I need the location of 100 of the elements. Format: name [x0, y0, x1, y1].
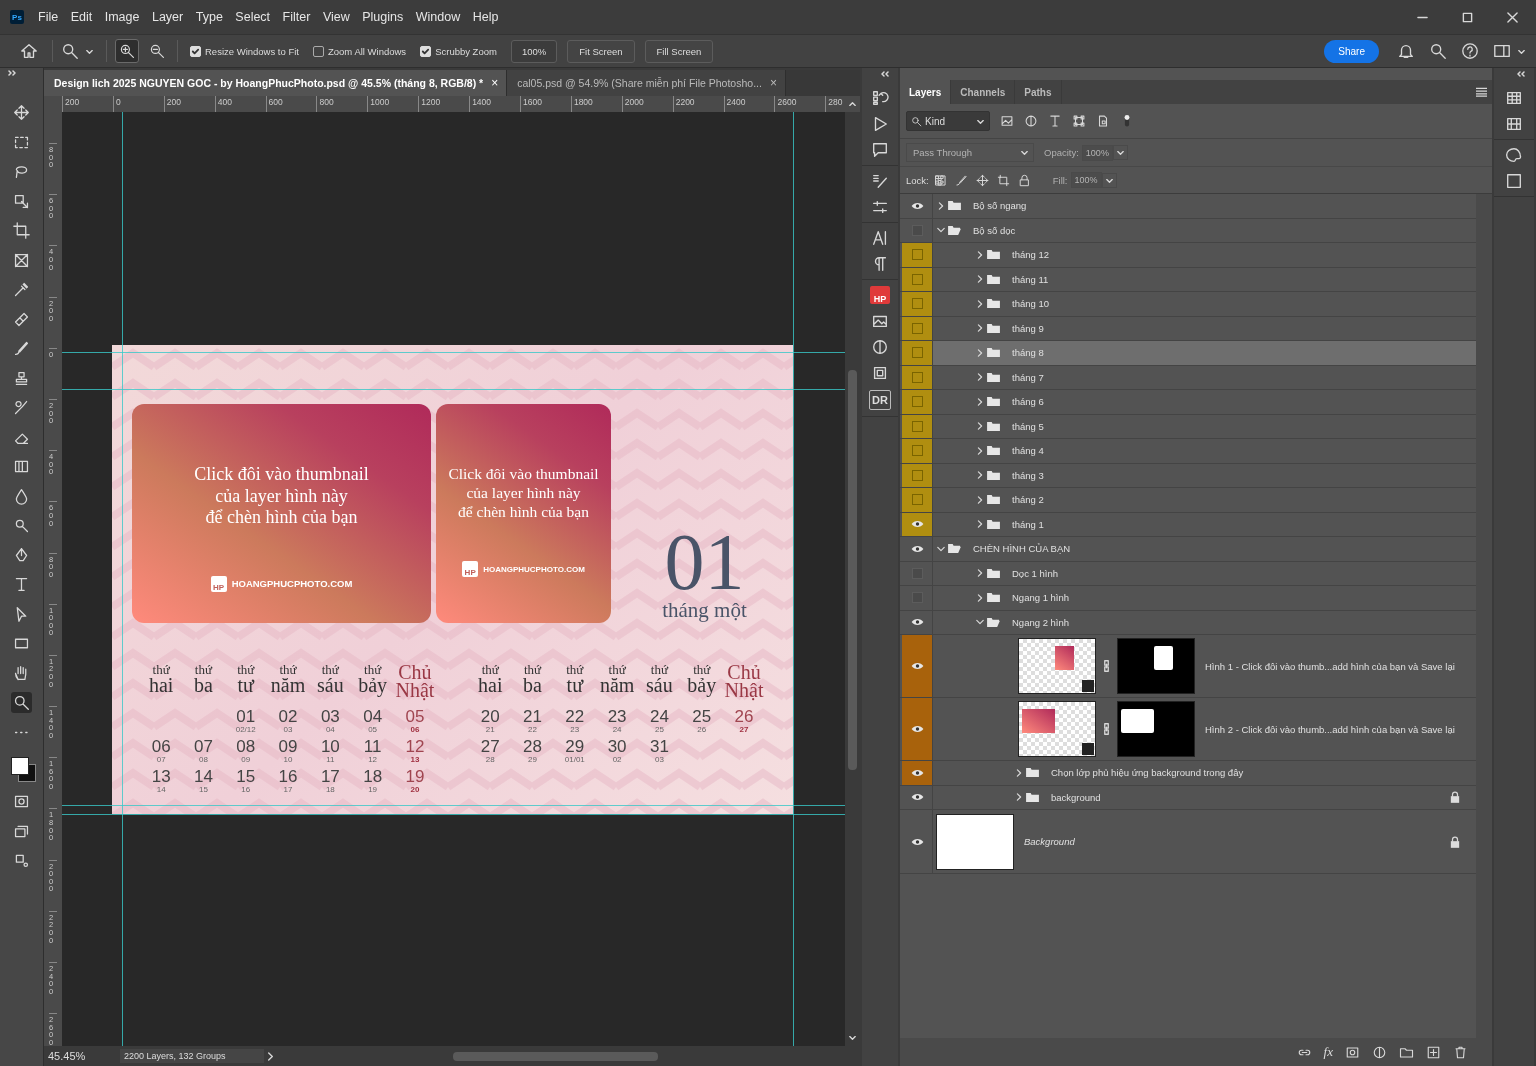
smart-filter-icon[interactable]	[1096, 114, 1110, 128]
panel-tab[interactable]: Paths	[1015, 80, 1062, 104]
menu-item[interactable]: Filter	[282, 10, 311, 24]
comment-icon[interactable]	[871, 141, 889, 159]
zoom-in-button[interactable]	[115, 39, 139, 63]
panel-tab[interactable]: Channels	[951, 80, 1016, 104]
layer-row[interactable]: CHÈN HÌNH CỦA BẠN	[900, 537, 1476, 562]
visibility-toggle[interactable]	[902, 414, 933, 438]
menu-item[interactable]: File	[38, 10, 59, 24]
layer-row[interactable]: Dọc 1 hình	[900, 561, 1476, 586]
grid-icon[interactable]	[1505, 115, 1523, 133]
layer-row[interactable]: Hình 1 - Click đôi vào thumb...add hình của bạn và Save lại	[900, 635, 1476, 698]
layer-row[interactable]: tháng 1	[900, 512, 1476, 537]
caret-icon[interactable]	[1101, 172, 1117, 188]
screen-button[interactable]: Fit Screen	[567, 39, 635, 63]
close-icon[interactable]	[1507, 11, 1518, 23]
bell-icon[interactable]	[1397, 42, 1415, 60]
sliders-icon[interactable]	[871, 198, 889, 216]
double-chevron-icon[interactable]	[880, 71, 890, 77]
palette-icon[interactable]	[1505, 146, 1523, 164]
visibility-toggle[interactable]	[902, 512, 933, 536]
document-title[interactable]: cal05.psd @ 54.9% (Share miễn phí File Photosho...	[517, 77, 762, 89]
expand-chevron-icon[interactable]	[976, 471, 984, 480]
menu-item[interactable]: Image	[104, 10, 140, 24]
image-filter-icon[interactable]	[1000, 114, 1014, 128]
workspace-icon[interactable]	[1493, 42, 1511, 60]
expand-chevron-icon[interactable]	[937, 544, 945, 553]
adjustment-icon[interactable]	[1372, 1044, 1387, 1060]
history-icon[interactable]	[871, 89, 889, 107]
layer-row[interactable]: tháng 10	[900, 292, 1476, 317]
menu-item[interactable]: View	[322, 10, 350, 24]
visibility-toggle[interactable]	[902, 463, 933, 487]
plugin-button[interactable]: DR	[869, 390, 891, 410]
lock-pixels-icon[interactable]	[933, 173, 947, 187]
table-icon[interactable]	[1505, 89, 1523, 107]
expand-chevron-icon[interactable]	[976, 593, 984, 602]
visibility-toggle[interactable]	[902, 292, 933, 316]
layer-row[interactable]: tháng 7	[900, 365, 1476, 390]
zoom-level[interactable]: 45.45%	[44, 1050, 120, 1062]
expand-chevron-icon[interactable]	[1015, 793, 1023, 802]
layers-scrollbar[interactable]	[1476, 194, 1492, 1038]
layer-row[interactable]: background	[900, 785, 1476, 810]
layer-row[interactable]: Ngang 2 hình	[900, 610, 1476, 635]
character-icon[interactable]	[871, 229, 889, 247]
frame-stack-icon[interactable]	[871, 364, 889, 382]
crop-icon[interactable]	[11, 220, 32, 241]
expand-chevron-icon[interactable]	[976, 422, 984, 431]
visibility-toggle[interactable]	[902, 365, 933, 389]
layer-style-button[interactable]: fx	[1323, 1044, 1333, 1060]
visibility-toggle[interactable]	[902, 341, 933, 365]
double-chevron-icon[interactable]	[1516, 71, 1526, 77]
menu-item[interactable]: Select	[235, 10, 271, 24]
expand-chevron-icon[interactable]	[976, 348, 984, 357]
menu-item[interactable]: Help	[472, 10, 499, 24]
contrast-icon[interactable]	[871, 338, 889, 356]
caret-icon[interactable]	[1112, 145, 1128, 160]
expand-chevron-icon[interactable]	[976, 397, 984, 406]
checkbox[interactable]	[313, 45, 324, 57]
expand-chevron-icon[interactable]	[976, 495, 984, 504]
menu-item[interactable]: Edit	[70, 10, 93, 24]
layer-row[interactable]: Hình 2 - Click đôi vào thumb...add hình của bạn và Save lại	[900, 698, 1476, 761]
layer-row[interactable]: tháng 2	[900, 488, 1476, 513]
adjustment-filter-icon[interactable]	[1024, 114, 1038, 128]
double-chevron-icon[interactable]	[8, 70, 18, 76]
panel-tab[interactable]: Layers	[900, 80, 952, 104]
document-tab[interactable]: Design lich 2025 NGUYEN GOC - by HoangPhucPhoto.psd @ 45.5% (tháng 8, RGB/8) * ×	[44, 70, 508, 96]
search-icon[interactable]	[1429, 42, 1447, 60]
chevron-right-icon[interactable]	[266, 1051, 275, 1061]
menu-item[interactable]: Type	[195, 10, 223, 24]
document-tab[interactable]: cal05.psd @ 54.9% (Share miễn phí File Photosho... ×	[507, 70, 786, 96]
close-tab-button[interactable]: ×	[491, 76, 499, 90]
filter-dropdown[interactable]: Kind	[906, 111, 990, 131]
lock-icon[interactable]	[1017, 173, 1031, 187]
fill-field[interactable]: 100%	[1070, 172, 1102, 188]
menu-item[interactable]: Plugins	[362, 10, 404, 24]
color-swatches[interactable]	[8, 755, 35, 781]
layer-row[interactable]: tháng 12	[900, 243, 1476, 268]
brush-settings-icon[interactable]	[871, 172, 889, 190]
new-layer-icon[interactable]	[1426, 1044, 1441, 1060]
shape-filter-icon[interactable]	[1072, 114, 1086, 128]
expand-chevron-icon[interactable]	[976, 446, 984, 455]
opacity-field[interactable]: 100%	[1081, 144, 1113, 161]
expand-chevron-icon[interactable]	[976, 520, 984, 529]
layer-row[interactable]: tháng 4	[900, 439, 1476, 464]
maximize-icon[interactable]	[1462, 11, 1473, 23]
expand-chevron-icon[interactable]	[976, 250, 984, 259]
artboard-icon[interactable]	[996, 173, 1010, 187]
trash-icon[interactable]	[1453, 1044, 1468, 1060]
share-button[interactable]: Share	[1324, 39, 1379, 63]
expand-chevron-icon[interactable]	[976, 324, 984, 333]
scroll-down-icon[interactable]	[848, 1033, 857, 1042]
visibility-toggle[interactable]	[902, 761, 933, 785]
close-tab-button[interactable]: ×	[769, 76, 777, 90]
menu-item[interactable]: Layer	[151, 10, 184, 24]
visibility-toggle[interactable]	[902, 243, 933, 267]
expand-chevron-icon[interactable]	[976, 373, 984, 382]
menu-icon[interactable]	[1476, 87, 1487, 97]
lock-move-icon[interactable]	[975, 173, 989, 187]
layer-row[interactable]: Ngang 1 hình	[900, 586, 1476, 611]
expand-chevron-icon[interactable]	[976, 618, 984, 627]
